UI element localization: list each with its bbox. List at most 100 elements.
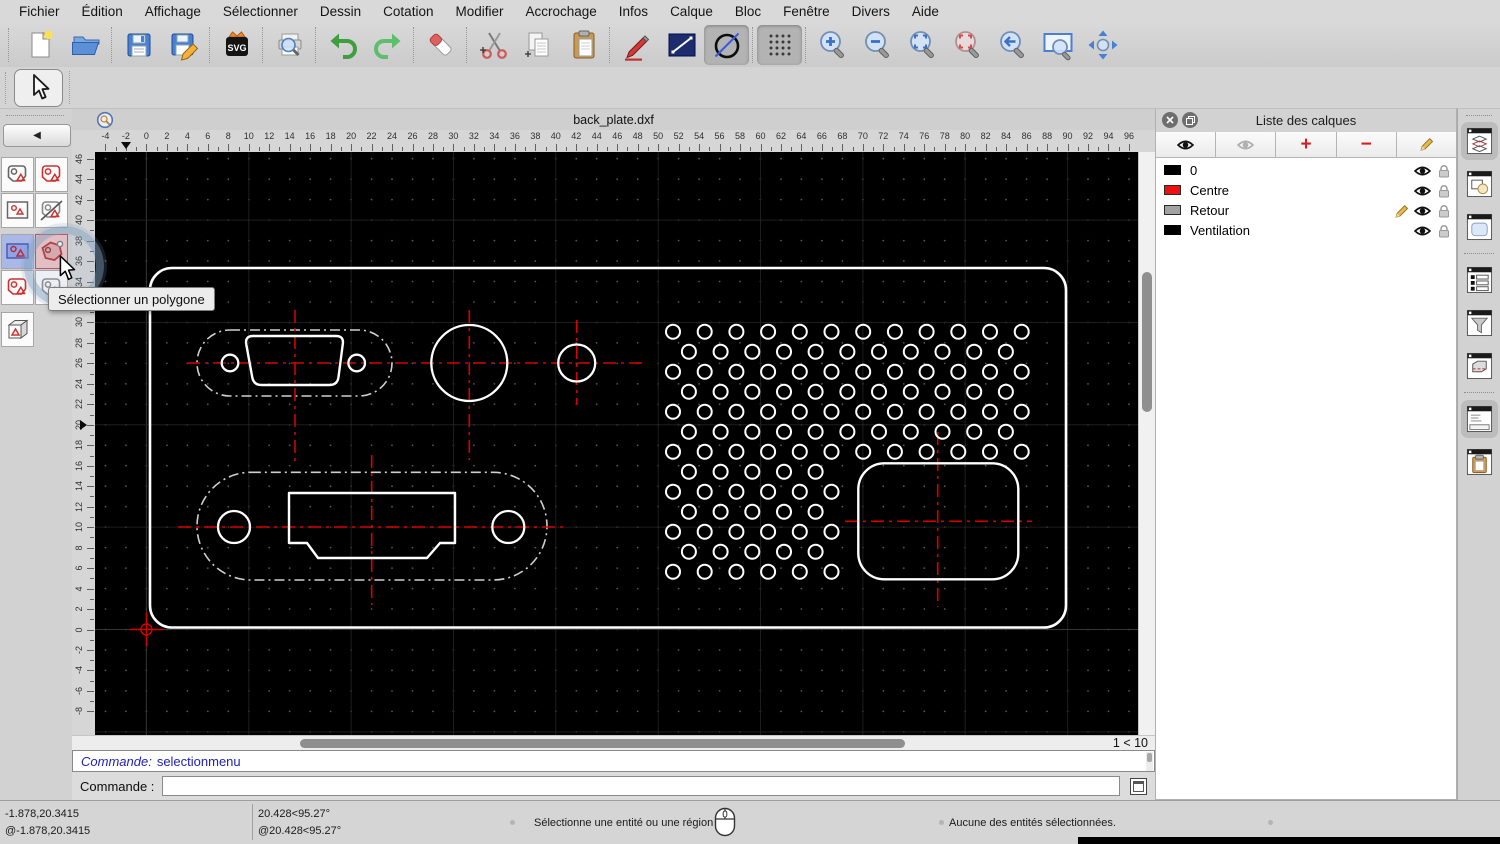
export-svg-button[interactable]: SVG <box>214 25 259 65</box>
zoom-auto-button[interactable] <box>900 25 945 65</box>
save-as-button[interactable] <box>161 25 206 65</box>
layer-color-swatch[interactable] <box>1164 205 1181 215</box>
selection-filter-dock-button[interactable] <box>1461 304 1498 342</box>
select-entity-tool[interactable] <box>1 157 34 192</box>
zoom-pan-icon <box>1088 30 1117 59</box>
invert-selection-tool[interactable] <box>1 312 34 347</box>
show-all-layers-button[interactable] <box>1156 132 1217 158</box>
layer-panel-toolbar: + − <box>1156 132 1457 158</box>
paste-button[interactable] <box>561 25 606 65</box>
new-file-button[interactable] <box>18 25 63 65</box>
add-layer-button[interactable]: + <box>1276 132 1337 158</box>
menu-item-12[interactable]: Fenêtre <box>772 4 841 19</box>
open-file-button[interactable] <box>63 25 108 65</box>
zoom-in-button[interactable] <box>810 25 855 65</box>
layer-row-centre[interactable]: Centre <box>1156 180 1456 200</box>
ruler-tick <box>87 383 94 385</box>
deselect-window-icon <box>40 200 63 221</box>
layer-lock-toggle[interactable] <box>1438 224 1450 244</box>
panel-grip[interactable] <box>6 115 64 116</box>
line-tool-button[interactable] <box>659 25 704 65</box>
block-list-dock-button[interactable] <box>1461 165 1498 203</box>
document-title[interactable]: back_plate.dxf <box>72 113 1155 127</box>
save-file-button[interactable] <box>116 25 161 65</box>
ruler-tick <box>87 465 94 467</box>
zoom-out-button[interactable] <box>855 25 900 65</box>
menu-item-8[interactable]: Accrochage <box>514 4 607 19</box>
remove-layer-button[interactable]: − <box>1336 132 1397 158</box>
layer-color-swatch[interactable] <box>1164 165 1181 175</box>
zoom-window-button[interactable] <box>1035 25 1080 65</box>
grid-toggle-button[interactable] <box>757 24 802 65</box>
command-options-button[interactable] <box>1130 777 1147 795</box>
menu-item-11[interactable]: Bloc <box>724 4 772 19</box>
layer-color-swatch[interactable] <box>1164 185 1181 195</box>
action-hint: Sélectionne une entité ou une région <box>534 817 714 829</box>
dock-grip[interactable] <box>1466 115 1492 116</box>
ruler-label: 10 <box>74 522 84 533</box>
ruler-label: 30 <box>74 317 84 328</box>
menu-item-9[interactable]: Infos <box>608 4 659 19</box>
hide-all-layers-button[interactable] <box>1216 132 1277 158</box>
copy-button[interactable] <box>516 25 561 65</box>
toolbar-grip[interactable] <box>5 72 6 104</box>
section-view-dock-button[interactable] <box>1461 347 1498 385</box>
menu-item-7[interactable]: Modifier <box>444 4 514 19</box>
circle-tool-button[interactable] <box>704 24 749 65</box>
erase-button[interactable] <box>418 25 463 65</box>
selection-filter-icon <box>1466 309 1492 337</box>
menu-item-5[interactable]: Dessin <box>309 4 372 19</box>
layer-visibility-toggle[interactable] <box>1413 224 1432 242</box>
zoom-pan-button[interactable] <box>1080 25 1125 65</box>
clipboard-panel-dock-button[interactable] <box>1461 443 1498 481</box>
menu-item-6[interactable]: Cotation <box>372 4 444 19</box>
redo-button[interactable] <box>365 25 410 65</box>
select-entity-icon <box>7 165 27 182</box>
deselect-window-tool[interactable] <box>35 193 68 228</box>
menu-item-3[interactable]: Affichage <box>134 4 212 19</box>
zoom-back-button[interactable] <box>990 25 1035 65</box>
vertical-scroll-thumb[interactable] <box>1142 272 1152 412</box>
vertical-scrollbar[interactable] <box>1138 152 1155 735</box>
menu-item-14[interactable]: Aide <box>901 4 950 19</box>
pen-edit-button[interactable] <box>614 25 659 65</box>
history-scrollbar[interactable] <box>1146 752 1153 771</box>
menu-item-1[interactable]: Fichier <box>8 4 71 19</box>
print-preview-button[interactable] <box>267 25 312 65</box>
horizontal-scrollbar[interactable]: 1 < 10 <box>72 735 1155 750</box>
menu-item-2[interactable]: Édition <box>71 4 134 19</box>
library-browser-dock-button[interactable] <box>1461 208 1498 246</box>
command-widget-dock-button[interactable] <box>1460 400 1498 438</box>
layer-row-retour[interactable]: Retour <box>1156 200 1456 220</box>
cut-button[interactable] <box>471 25 516 65</box>
command-input[interactable] <box>162 776 1120 796</box>
ruler-tick <box>90 537 94 539</box>
command-history: Commande: selectionmenu <box>72 750 1155 772</box>
layer-list-dock-button[interactable] <box>1460 122 1498 160</box>
layer-row-ventilation[interactable]: Ventilation <box>1156 220 1456 240</box>
open-file-icon <box>71 36 99 55</box>
select-all-entities-tool[interactable] <box>35 157 68 192</box>
ruler-tick <box>90 414 94 416</box>
menu-item-13[interactable]: Divers <box>841 4 901 19</box>
ruler-tick <box>1118 147 1120 151</box>
select-window-tool[interactable] <box>1 193 34 228</box>
toolbar-grip[interactable] <box>8 27 14 62</box>
layer-name: Ventilation <box>1190 222 1250 238</box>
entity-list-dock-button[interactable] <box>1461 261 1498 299</box>
back-to-main-tools-button[interactable]: ◀ <box>3 124 71 147</box>
layer-row-0[interactable]: 0 <box>1156 160 1456 180</box>
ruler-tick <box>1026 144 1028 151</box>
ruler-tick <box>412 144 414 151</box>
layer-color-swatch[interactable] <box>1164 225 1181 235</box>
polar-absolute: 20.428<95.27° <box>258 808 330 820</box>
horizontal-scroll-thumb[interactable] <box>300 739 905 748</box>
ruler-tick <box>1067 144 1069 151</box>
edit-layer-button[interactable] <box>1396 132 1457 158</box>
drawing-canvas[interactable] <box>95 152 1138 735</box>
menu-item-10[interactable]: Calque <box>659 4 724 19</box>
undo-button[interactable] <box>320 25 365 65</box>
menu-item-4[interactable]: Sélectionner <box>212 4 309 19</box>
zoom-previous-button[interactable] <box>945 25 990 65</box>
select-arrow-tool[interactable] <box>14 69 63 107</box>
